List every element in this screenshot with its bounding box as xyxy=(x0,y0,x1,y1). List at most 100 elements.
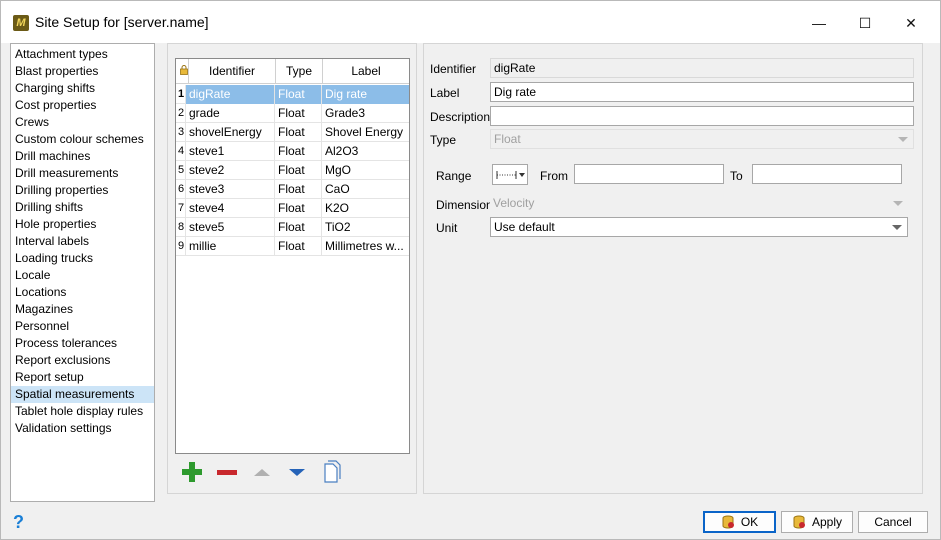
chevron-down-icon xyxy=(898,137,908,142)
sidebar-item[interactable]: Drilling properties xyxy=(11,182,154,199)
sidebar-item[interactable]: Crews xyxy=(11,114,154,131)
type-cell: Float xyxy=(275,237,322,256)
dimension-dropdown: Velocity xyxy=(490,194,908,214)
label-field[interactable]: Dig rate xyxy=(490,82,914,102)
ok-label: OK xyxy=(740,515,759,529)
table-row[interactable]: 8 steve5 Float TiO2 xyxy=(176,218,409,237)
dimension-label: Dimension xyxy=(436,198,493,212)
type-cell: Float xyxy=(275,180,322,199)
unit-dropdown[interactable]: Use default xyxy=(490,217,908,237)
sidebar-item[interactable]: Locations xyxy=(11,284,154,301)
type-value: Float xyxy=(494,132,521,146)
sidebar-item[interactable]: Locale xyxy=(11,267,154,284)
sidebar-item[interactable]: Drilling shifts xyxy=(11,199,154,216)
help-icon[interactable]: ? xyxy=(13,512,24,533)
copy-icon[interactable] xyxy=(320,460,344,484)
description-field[interactable] xyxy=(490,106,914,126)
label-cell: Al2O3 xyxy=(325,144,359,158)
range-label: Range xyxy=(436,169,472,183)
row-number: 7 xyxy=(176,199,186,218)
chevron-down-icon xyxy=(893,201,903,206)
type-cell: Float xyxy=(275,218,322,237)
settings-category-list[interactable]: Attachment types Blast properties Charging… xyxy=(10,43,155,502)
sidebar-item[interactable]: Interval labels xyxy=(11,233,154,250)
table-row[interactable]: 7 steve4 Float K2O xyxy=(176,199,409,218)
sidebar-item[interactable]: Process tolerances xyxy=(11,335,154,352)
table-row[interactable]: 2 grade Float Grade3 xyxy=(176,104,409,123)
sidebar-item[interactable]: Hole properties xyxy=(11,216,154,233)
unit-value: Use default xyxy=(494,220,555,234)
table-row[interactable]: 5 steve2 Float MgO xyxy=(176,161,409,180)
identifier-cell: steve2 xyxy=(186,161,275,180)
ok-button[interactable]: OK xyxy=(703,511,776,533)
identifier-cell: steve1 xyxy=(186,142,275,161)
database-icon xyxy=(722,515,734,529)
row-number: 1 xyxy=(176,85,186,104)
sidebar-item[interactable]: Magazines xyxy=(11,301,154,318)
row-number: 3 xyxy=(176,123,186,142)
label-cell: Shovel Energy xyxy=(325,125,404,139)
from-label: From xyxy=(540,169,568,183)
table-row[interactable]: 9 millie Float Millimetres w... xyxy=(176,237,409,256)
label-column-header[interactable]: Label xyxy=(323,59,409,84)
sidebar-item[interactable]: Tablet hole display rules xyxy=(11,403,154,420)
range-selector[interactable] xyxy=(492,164,528,185)
window-title: Site Setup for [server.name] xyxy=(35,14,209,30)
to-field[interactable] xyxy=(752,164,902,184)
remove-icon[interactable] xyxy=(215,460,239,484)
move-down-icon[interactable] xyxy=(285,460,309,484)
sidebar-item[interactable]: Drill measurements xyxy=(11,165,154,182)
title-bar: M Site Setup for [server.name] — ☐ ✕ xyxy=(1,1,940,43)
type-cell: Float xyxy=(275,199,322,218)
sidebar-item[interactable]: Loading trucks xyxy=(11,250,154,267)
table-row[interactable]: 1 digRate Float Dig rate xyxy=(176,85,409,104)
type-cell: Float xyxy=(275,85,322,104)
row-number: 5 xyxy=(176,161,186,180)
range-line-icon xyxy=(496,171,525,179)
type-cell: Float xyxy=(275,104,322,123)
sidebar-item[interactable]: Cost properties xyxy=(11,97,154,114)
sidebar-item[interactable]: Report exclusions xyxy=(11,352,154,369)
minimize-button[interactable]: — xyxy=(796,7,842,39)
identifier-cell: digRate xyxy=(186,85,275,104)
label-cell: CaO xyxy=(325,182,350,196)
sidebar-item[interactable]: Validation settings xyxy=(11,420,154,437)
type-dropdown: Float xyxy=(490,129,914,149)
move-up-icon[interactable] xyxy=(250,460,274,484)
table-row[interactable]: 3 shovelEnergy Float Shovel Energy xyxy=(176,123,409,142)
lock-column-header xyxy=(176,59,189,84)
label-cell: Millimetres w... xyxy=(325,239,404,253)
identifier-cell: steve4 xyxy=(186,199,275,218)
cancel-button[interactable]: Cancel xyxy=(858,511,928,533)
label-cell: Grade3 xyxy=(325,106,366,120)
sidebar-item[interactable]: Blast properties xyxy=(11,63,154,80)
sidebar-item[interactable]: Spatial measurements xyxy=(11,386,154,403)
app-logo-icon: M xyxy=(13,15,29,31)
sidebar-item[interactable]: Charging shifts xyxy=(11,80,154,97)
maximize-button[interactable]: ☐ xyxy=(842,7,888,39)
row-number: 4 xyxy=(176,142,186,161)
table-row[interactable]: 4 steve1 Float Al2O3 xyxy=(176,142,409,161)
lock-icon xyxy=(180,65,188,75)
add-icon[interactable] xyxy=(180,460,204,484)
sidebar-item[interactable]: Personnel xyxy=(11,318,154,335)
type-cell: Float xyxy=(275,161,322,180)
sidebar-item[interactable]: Report setup xyxy=(11,369,154,386)
table-row[interactable]: 6 steve3 Float CaO xyxy=(176,180,409,199)
identifier-cell: steve5 xyxy=(186,218,275,237)
type-column-header[interactable]: Type xyxy=(276,59,323,84)
measurements-grid[interactable]: Identifier Type Label 1 digRate Float Dig r… xyxy=(175,58,410,454)
sidebar-item[interactable]: Attachment types xyxy=(11,46,154,63)
from-field[interactable] xyxy=(574,164,724,184)
label-label: Label xyxy=(430,86,460,100)
apply-button[interactable]: Apply xyxy=(781,511,853,533)
identifier-cell: shovelEnergy xyxy=(186,123,275,142)
row-number: 2 xyxy=(176,104,186,123)
sidebar-item[interactable]: Custom colour schemes xyxy=(11,131,154,148)
row-number: 9 xyxy=(176,237,186,256)
dimension-value: Velocity xyxy=(493,196,535,210)
close-button[interactable]: ✕ xyxy=(888,7,934,39)
label-cell: TiO2 xyxy=(325,220,351,234)
identifier-column-header[interactable]: Identifier xyxy=(189,59,276,84)
sidebar-item[interactable]: Drill machines xyxy=(11,148,154,165)
